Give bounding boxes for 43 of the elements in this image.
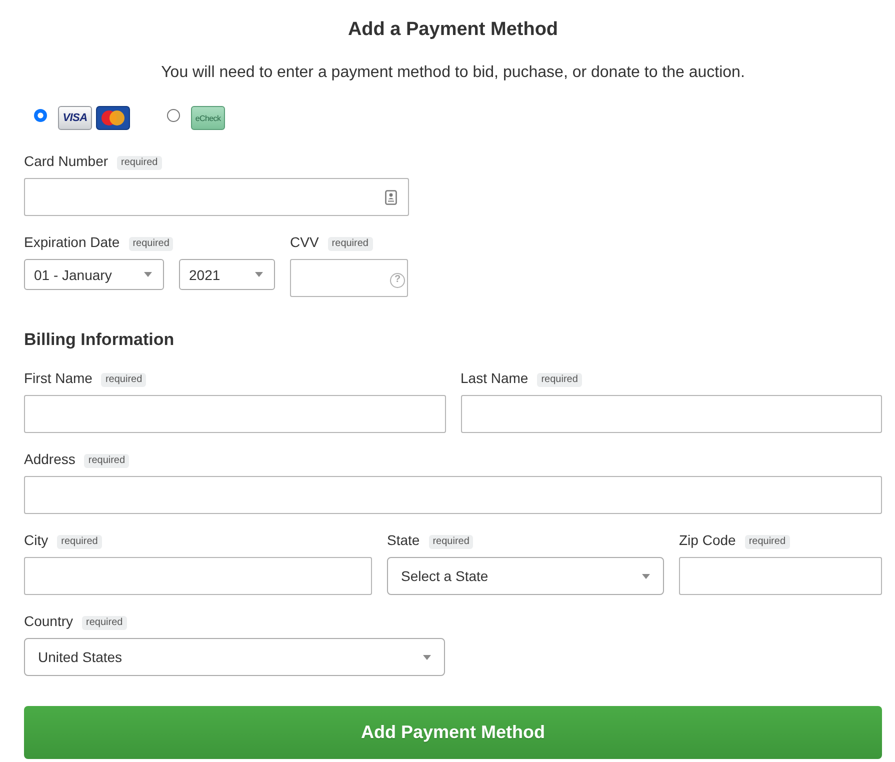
- field-label: Country: [24, 612, 74, 631]
- visa-logo: VISA: [58, 106, 92, 130]
- field-label: Last Name: [460, 369, 528, 388]
- input-field[interactable]: [460, 395, 882, 433]
- required-tag: required: [428, 534, 474, 548]
- field-label: CVV: [290, 233, 319, 252]
- required-tag: required: [84, 454, 130, 468]
- caret-icon: [642, 574, 650, 578]
- required-tag: required: [128, 236, 174, 250]
- caret-icon: [423, 654, 431, 660]
- section-heading: Billing Information: [24, 329, 176, 351]
- dropdown[interactable]: 01 - January: [24, 259, 164, 290]
- field-label: State: [387, 531, 420, 550]
- dropdown[interactable]: United States: [24, 638, 445, 676]
- input-field[interactable]: [24, 395, 446, 433]
- input-field[interactable]: [24, 476, 882, 514]
- field-label: First Name: [24, 369, 92, 388]
- dropdown[interactable]: Select a State: [387, 557, 664, 595]
- input-field[interactable]: [24, 557, 372, 595]
- required-tag: required: [101, 372, 146, 386]
- required-tag: required: [82, 616, 127, 630]
- caret-icon: [144, 272, 152, 277]
- required-tag: required: [744, 534, 790, 548]
- field-label: Expiration Date: [24, 233, 120, 252]
- radio-button[interactable]: [167, 108, 180, 122]
- card-brand-icon: [96, 106, 130, 130]
- field-label: Zip Code: [679, 531, 736, 550]
- field-label: City: [24, 531, 48, 550]
- field-label: Card Number: [24, 152, 108, 171]
- field-label: Address: [24, 450, 76, 469]
- required-tag: required: [117, 156, 162, 170]
- caret-icon: [255, 272, 263, 277]
- input-field[interactable]: [679, 557, 882, 595]
- intro-text: You will need to enter a payment method to bid, puchase, or donate to the auction.: [160, 63, 746, 83]
- required-tag: required: [537, 372, 582, 386]
- required-tag: required: [328, 236, 372, 250]
- required-tag: required: [57, 534, 102, 548]
- contact-card-icon: [385, 190, 397, 204]
- page-title: Add a Payment Method: [346, 18, 560, 42]
- card-number-field[interactable]: [24, 178, 409, 216]
- dropdown[interactable]: 2021: [179, 259, 275, 290]
- echeck-logo: eCheck: [191, 106, 225, 130]
- radio-button[interactable]: [34, 108, 47, 122]
